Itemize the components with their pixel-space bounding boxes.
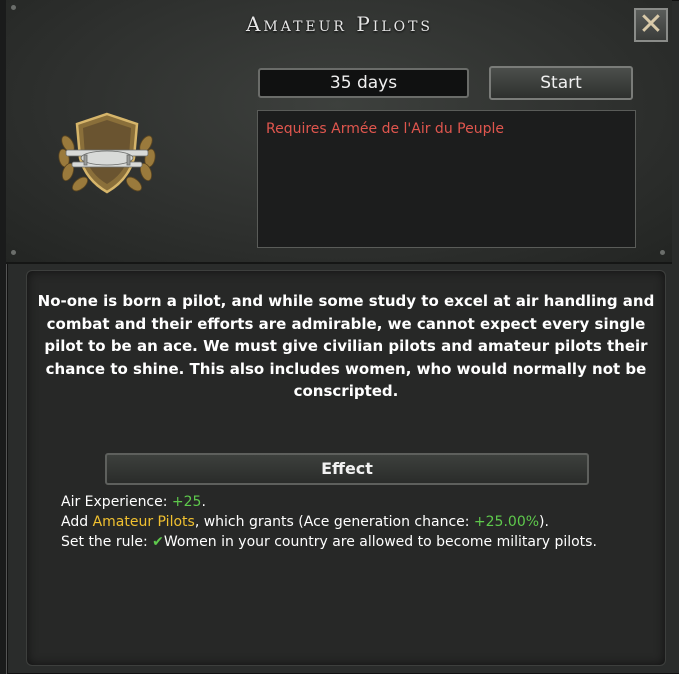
effect-label: Air Experience: [61, 494, 172, 510]
close-button[interactable]: ✕ [634, 8, 668, 42]
focus-duration: 35 days [258, 68, 469, 98]
effect-value: +25.00% [473, 514, 540, 530]
effect-line-rule: Set the rule: ✔Women in your country are… [61, 532, 621, 552]
rivet-icon [11, 250, 16, 255]
effect-label: Set the rule: [61, 534, 153, 550]
effect-punct: ). [539, 514, 549, 530]
requirements-box: Requires Armée de l'Air du Peuple [257, 110, 636, 248]
effect-label: Add [61, 514, 93, 530]
start-button[interactable]: Start [489, 66, 633, 100]
effect-line-air-xp: Air Experience: +25. [61, 492, 621, 512]
effect-line-add-idea: Add Amateur Pilots, which grants (Ace ge… [61, 512, 621, 532]
effect-punct: . [201, 494, 206, 510]
checkmark-icon: ✔ [152, 534, 164, 550]
effect-label: , which grants (Ace generation chance: [194, 514, 474, 530]
close-x-icon: ✕ [638, 7, 664, 42]
requirement-text: Requires Armée de l'Air du Peuple [266, 121, 504, 137]
effect-header: Effect [105, 453, 589, 485]
rule-text: Women in your country are allowed to bec… [163, 534, 597, 550]
effect-list: Air Experience: +25. Add Amateur Pilots,… [61, 492, 621, 552]
idea-name-link[interactable]: Amateur Pilots [93, 514, 195, 530]
rivet-icon [660, 250, 665, 255]
rivet-icon [11, 5, 16, 10]
air-pilot-emblem-icon [58, 112, 156, 194]
effect-value: +25 [171, 494, 202, 510]
focus-description: No-one is born a pilot, and while some s… [37, 292, 655, 400]
window-title: Amateur Pilots [245, 12, 434, 36]
